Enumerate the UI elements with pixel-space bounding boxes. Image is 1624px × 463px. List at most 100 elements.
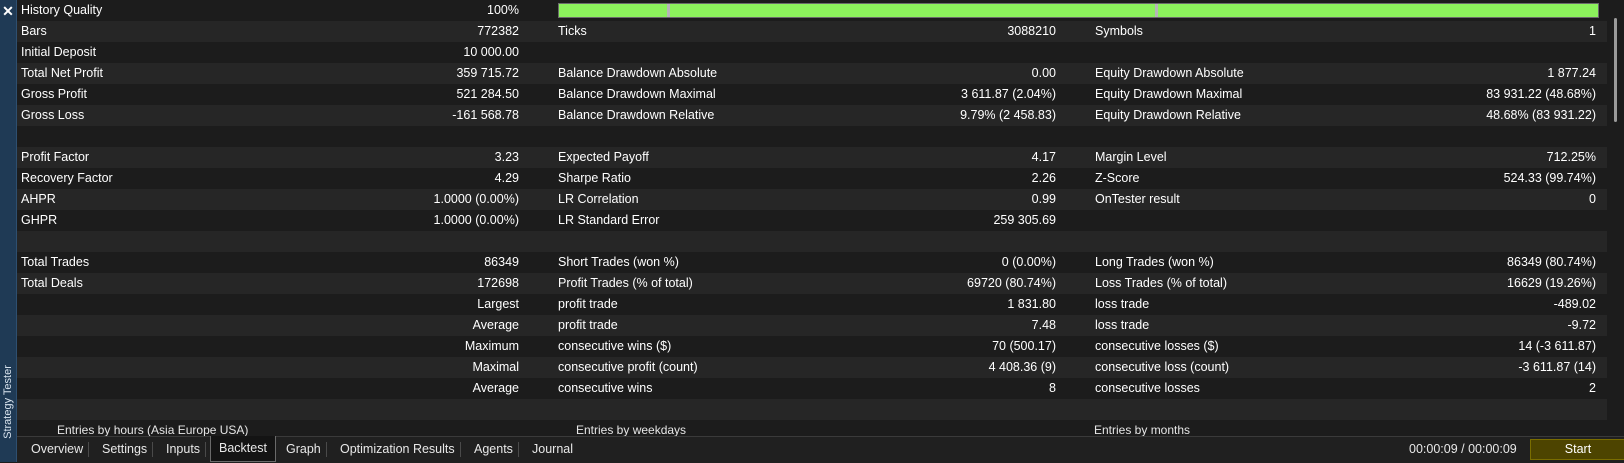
metric-label: Equity Drawdown Maximal	[1095, 87, 1243, 101]
report-row: Total Net Profit 359 715.72 Balance Drawdo…	[17, 63, 1607, 84]
metric-label: Loss Trades (% of total)	[1095, 276, 1228, 290]
metric-value: 2.26	[1031, 171, 1056, 185]
metric-value: Maximum	[464, 339, 519, 353]
close-icon[interactable]: ✕	[0, 0, 16, 22]
metric-value: 70 (500.17)	[992, 339, 1056, 353]
metric-value: 86349 (80.74%)	[1507, 255, 1596, 269]
tab-inputs[interactable]: Inputs	[166, 437, 207, 462]
tab-journal[interactable]: Journal	[532, 437, 573, 462]
metric-value: 259 305.69	[993, 213, 1056, 227]
metric-value: 712.25%	[1546, 150, 1596, 164]
metric-label: Long Trades (won %)	[1095, 255, 1214, 269]
metric-value: 10 000.00	[463, 45, 519, 59]
tab-graph[interactable]: Graph	[286, 437, 327, 462]
metric-value: 2	[1589, 381, 1596, 395]
metric-value: 9.79% (2 458.83)	[960, 108, 1056, 122]
metric-value: 86349	[484, 255, 519, 269]
report-row: Average consecutive wins 8 consecutive loss…	[17, 378, 1607, 399]
report-row: GHPR 1.0000 (0.00%) LR Standard Error 259 3…	[17, 210, 1607, 231]
metric-value: 7.48	[1031, 318, 1056, 332]
strategy-tester-side-panel: ✕ Strategy Tester	[0, 0, 17, 462]
metric-label: Gross Profit	[21, 87, 87, 101]
metric-label: Expected Payoff	[558, 150, 649, 164]
metric-label: consecutive losses	[1095, 381, 1200, 395]
report-row: Maximum consecutive wins ($) 70 (500.17) co…	[17, 336, 1607, 357]
metric-value: -9.72	[1567, 318, 1597, 332]
metric-label: Balance Drawdown Absolute	[558, 66, 718, 80]
metric-label: Recovery Factor	[21, 171, 113, 185]
history-quality-bar	[558, 3, 1599, 18]
metric-label: profit trade	[558, 297, 618, 311]
entries-by-hours-header: Entries by hours (Asia Europe USA)	[57, 423, 249, 436]
metric-value: -3 611.87 (14)	[1518, 360, 1596, 374]
metric-label: GHPR	[21, 213, 58, 227]
metric-value: 3088210	[1007, 24, 1056, 38]
metric-value: -161 568.78	[452, 108, 519, 122]
metric-value: 0	[1589, 192, 1596, 206]
report-row: Largest profit trade 1 831.80 loss trade -48…	[17, 294, 1607, 315]
tab-overview[interactable]: Overview	[31, 437, 90, 462]
quality-marker	[1155, 4, 1158, 17]
metric-label: Equity Drawdown Absolute	[1095, 66, 1244, 80]
report-row: Recovery Factor 4.29 Sharpe Ratio 2.26 Z-Sco…	[17, 168, 1607, 189]
metric-value: 4.17	[1031, 150, 1056, 164]
metric-value: 14 (-3 611.87)	[1518, 339, 1596, 353]
history-quality-row: History Quality 100%	[17, 0, 1607, 21]
metric-value: Largest	[477, 297, 519, 311]
metric-label: Initial Deposit	[21, 45, 97, 59]
tab-backtest[interactable]: Backtest	[210, 436, 276, 462]
report-row	[17, 399, 1607, 420]
scrollbar-thumb[interactable]	[1614, 18, 1617, 122]
metric-value: 16629 (19.26%)	[1507, 276, 1596, 290]
panel-title: Strategy Tester	[2, 365, 14, 439]
tester-tab-bar: Overview Settings Inputs Backtest Graph …	[17, 436, 1624, 463]
vertical-scrollbar[interactable]	[1608, 0, 1624, 436]
report-row: Initial Deposit 10 000.00	[17, 42, 1607, 63]
metric-label: Profit Trades (% of total)	[558, 276, 693, 290]
metric-value: 3.23	[494, 150, 519, 164]
backtest-report: History Quality 100% Bars 772382 Ticks 3088…	[17, 0, 1607, 436]
report-row: Gross Profit 521 284.50 Balance Drawdown M…	[17, 84, 1607, 105]
metric-value: 1.0000 (0.00%)	[433, 192, 519, 206]
tab-settings[interactable]: Settings	[102, 437, 154, 462]
metric-label: consecutive wins ($)	[558, 339, 672, 353]
metric-label: Equity Drawdown Relative	[1095, 108, 1241, 122]
metric-value: 1 831.80	[1007, 297, 1056, 311]
entries-by-months-header: Entries by months	[1094, 423, 1191, 436]
metric-label: consecutive loss (count)	[1095, 360, 1230, 374]
metric-value: Maximal	[472, 360, 519, 374]
tab-agents[interactable]: Agents	[474, 437, 519, 462]
metric-label: Total Trades	[21, 255, 90, 269]
metric-label: LR Correlation	[558, 192, 639, 206]
report-row: Profit Factor 3.23 Expected Payoff 4.17 Marg…	[17, 147, 1607, 168]
metric-value: 3 611.87 (2.04%)	[961, 87, 1056, 101]
metric-value: 172698	[477, 276, 519, 290]
metric-label: Symbols	[1095, 24, 1143, 38]
start-button[interactable]: Start	[1530, 439, 1624, 460]
report-row	[17, 126, 1607, 147]
metric-value: 359 715.72	[456, 66, 519, 80]
quality-marker	[667, 4, 670, 17]
report-row: Bars 772382 Ticks 3088210 Symbols 1	[17, 21, 1607, 42]
metric-label: profit trade	[558, 318, 618, 332]
metric-value: 4 408.36 (9)	[988, 360, 1056, 374]
entries-by-weekdays-header: Entries by weekdays	[576, 423, 687, 436]
metric-value: 1	[1589, 24, 1596, 38]
metric-label: LR Standard Error	[558, 213, 660, 227]
metric-label: consecutive profit (count)	[558, 360, 698, 374]
report-row: Total Deals 172698 Profit Trades (% of tot…	[17, 273, 1607, 294]
metric-label: consecutive losses ($)	[1095, 339, 1219, 353]
metric-value: 48.68% (83 931.22)	[1486, 108, 1596, 122]
metric-label: Gross Loss	[21, 108, 85, 122]
metric-label: Z-Score	[1095, 171, 1140, 185]
metric-label: consecutive wins	[558, 381, 653, 395]
metric-label: Profit Factor	[21, 150, 90, 164]
report-row: Gross Loss -161 568.78 Balance Drawdown Re…	[17, 105, 1607, 126]
report-row: Maximal consecutive profit (count) 4 408.3…	[17, 357, 1607, 378]
metric-value: 524.33 (99.74%)	[1503, 171, 1596, 185]
metric-label: Ticks	[558, 24, 587, 38]
tab-optimization-results[interactable]: Optimization Results	[340, 437, 461, 462]
metric-value: 83 931.22 (48.68%)	[1486, 87, 1596, 101]
metric-value: 0.00	[1031, 66, 1056, 80]
metric-value: 0 (0.00%)	[1001, 255, 1056, 269]
